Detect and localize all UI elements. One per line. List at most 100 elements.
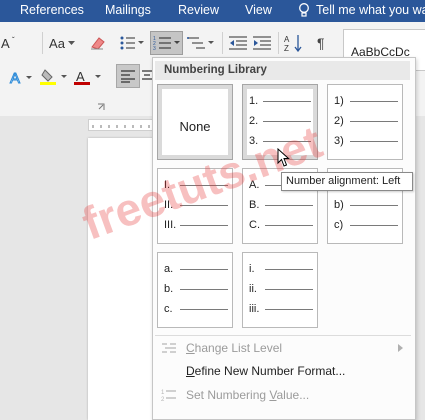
font-color-button[interactable]: A xyxy=(72,66,104,88)
list-item: II. xyxy=(164,198,228,212)
show-formatting-button[interactable]: ¶ xyxy=(312,32,334,54)
change-level-icon xyxy=(162,343,176,353)
list-item: 1. xyxy=(249,94,311,108)
placeholder-line xyxy=(263,101,311,102)
list-marker: a. xyxy=(164,263,174,275)
lightbulb-icon[interactable] xyxy=(297,2,311,18)
divider xyxy=(222,32,223,54)
align-left-button[interactable] xyxy=(116,64,140,88)
svg-text:A: A xyxy=(10,70,20,85)
list-marker: 1) xyxy=(334,95,344,107)
numbering-none-option[interactable]: None xyxy=(157,84,233,160)
sort-button[interactable]: AZ xyxy=(282,32,304,54)
define-format-label: Define New Number Format... xyxy=(186,364,346,378)
ruler-ticks xyxy=(92,125,150,128)
bullets-button[interactable] xyxy=(118,32,146,54)
tell-me-search[interactable]: Tell me what you wa xyxy=(316,3,425,17)
list-item: b) xyxy=(334,198,398,212)
placeholder-line xyxy=(265,309,313,310)
list-marker: B. xyxy=(249,199,260,211)
list-marker: II. xyxy=(164,199,174,211)
numbering-format-lower-alpha-period[interactable]: a. b. c. xyxy=(157,252,233,328)
chevron-down-icon xyxy=(67,40,75,45)
placeholder-line xyxy=(263,121,311,122)
mouse-cursor-icon xyxy=(277,148,290,167)
tab-review[interactable]: Review xyxy=(178,3,219,17)
list-marker: 1. xyxy=(249,95,259,107)
clear-formatting-button[interactable] xyxy=(86,32,110,54)
numbering-format-lower-roman[interactable]: i. ii. iii. xyxy=(242,252,318,328)
numbering-format-upper-roman[interactable]: I. II. III. xyxy=(157,168,233,244)
list-marker: III. xyxy=(164,219,177,231)
list-marker: i. xyxy=(249,263,255,275)
placeholder-line xyxy=(180,205,228,206)
tab-mailings[interactable]: Mailings xyxy=(105,3,151,17)
shrink-font-button[interactable]: Aˇ xyxy=(0,32,28,54)
text-effects-button[interactable]: A xyxy=(8,66,34,88)
list-item: III. xyxy=(164,218,228,232)
change-case-label: Aa xyxy=(49,35,65,51)
shrink-font-icon: Aˇ xyxy=(1,36,15,51)
list-item: c. xyxy=(164,302,228,316)
chevron-right-icon xyxy=(398,344,403,352)
placeholder-line xyxy=(180,269,228,270)
tab-references[interactable]: References xyxy=(20,3,84,17)
define-new-number-format-item[interactable]: Define New Number Format... xyxy=(155,360,411,382)
list-item: B. xyxy=(249,198,313,212)
numbering-format-decimal-paren[interactable]: 1) 2) 3) xyxy=(327,84,403,160)
placeholder-line xyxy=(350,225,398,226)
text-highlight-button[interactable] xyxy=(38,66,70,88)
placeholder-line xyxy=(265,289,313,290)
decrease-indent-button[interactable] xyxy=(226,32,250,54)
bullet-list-icon xyxy=(120,36,144,50)
numbering-dropdown: Numbering Library None 1. 2. 3. 1) 2) 3)… xyxy=(152,57,416,420)
menu-divider xyxy=(155,335,411,336)
multilevel-list-icon xyxy=(187,37,214,49)
list-marker: 2. xyxy=(249,115,259,127)
list-marker: I. xyxy=(164,179,171,191)
list-item: I. xyxy=(164,178,228,192)
none-label: None xyxy=(179,119,211,134)
svg-text:ˇ: ˇ xyxy=(12,36,15,45)
placeholder-line xyxy=(180,185,228,186)
increase-indent-icon xyxy=(253,36,271,50)
document-page[interactable] xyxy=(88,138,158,420)
list-marker: b. xyxy=(164,283,174,295)
list-marker: c) xyxy=(334,219,344,231)
divider xyxy=(42,32,43,54)
list-item: i. xyxy=(249,262,313,276)
placeholder-line xyxy=(263,141,311,142)
list-item: 2. xyxy=(249,114,311,128)
list-item: C. xyxy=(249,218,313,232)
svg-text:3: 3 xyxy=(153,46,156,51)
list-item: 1) xyxy=(334,94,398,108)
change-case-button[interactable]: Aa xyxy=(46,32,78,54)
list-item: a. xyxy=(164,262,228,276)
list-marker: iii. xyxy=(249,303,260,315)
ruler-bar[interactable] xyxy=(88,119,158,131)
ribbon-tab-bar: References Mailings Review View Tell me … xyxy=(0,0,425,22)
set-numbering-value-item[interactable]: 12 Set Numbering Value... xyxy=(155,384,411,406)
svg-text:1: 1 xyxy=(161,390,165,396)
list-item: iii. xyxy=(249,302,313,316)
svg-text:Z: Z xyxy=(284,44,289,52)
placeholder-line xyxy=(350,205,398,206)
font-dialog-launcher[interactable] xyxy=(96,102,106,112)
numbering-button[interactable]: 123 xyxy=(150,31,183,55)
multilevel-list-button[interactable] xyxy=(186,32,216,54)
alignment-tooltip: Number alignment: Left xyxy=(281,172,413,191)
svg-text:2: 2 xyxy=(161,397,165,402)
tab-view[interactable]: View xyxy=(245,3,272,17)
change-list-level-label: Change List Level xyxy=(186,341,283,355)
eraser-icon xyxy=(91,37,105,50)
change-list-level-item[interactable]: Change List Level xyxy=(155,337,411,359)
numbering-library-header: Numbering Library xyxy=(155,61,410,80)
list-marker: A. xyxy=(249,179,260,191)
list-item: 3. xyxy=(249,134,311,148)
list-marker: ii. xyxy=(249,283,257,295)
dialog-launcher-icon xyxy=(98,103,105,110)
numbered-list-icon: 123 xyxy=(153,36,180,51)
highlighter-icon xyxy=(40,69,67,85)
increase-indent-button[interactable] xyxy=(250,32,274,54)
align-left-icon xyxy=(121,70,135,83)
